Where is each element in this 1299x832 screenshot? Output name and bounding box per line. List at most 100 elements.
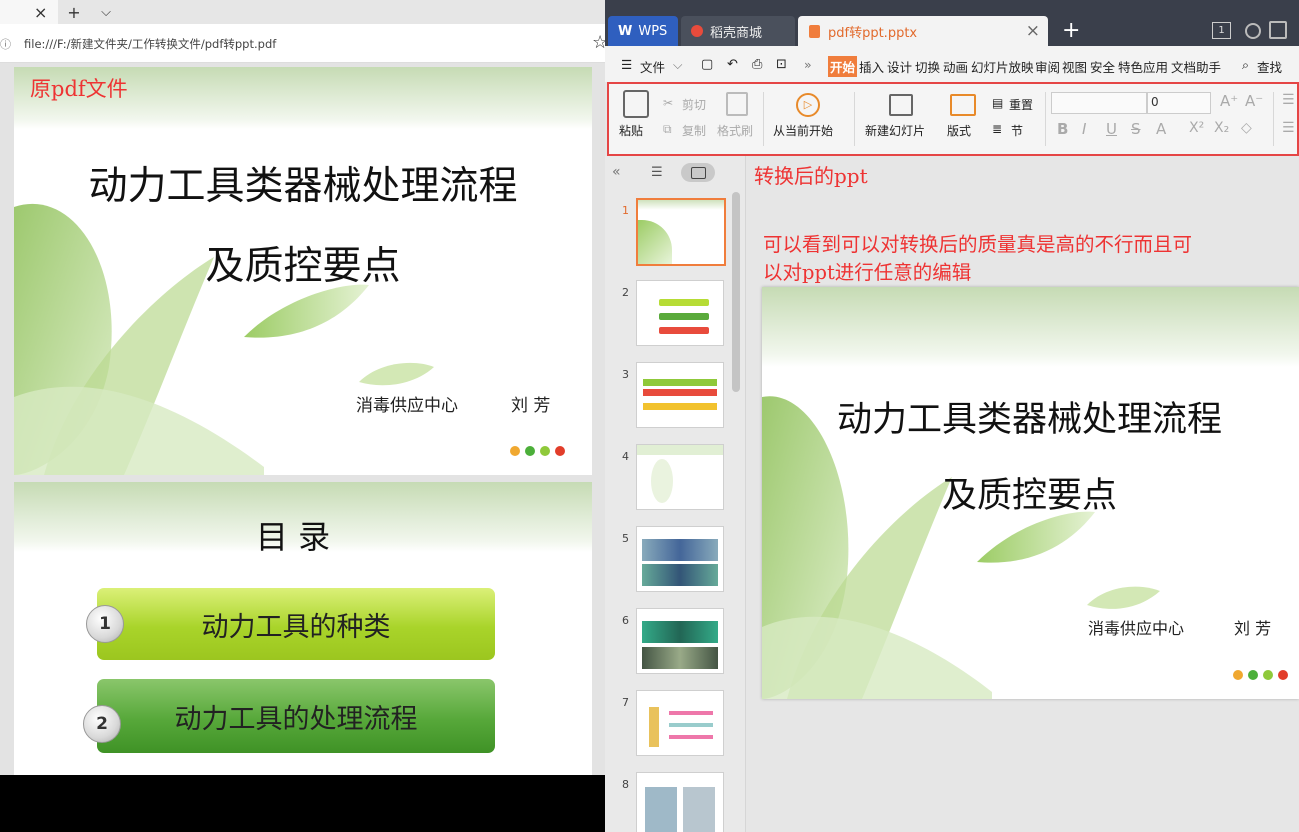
preview-icon[interactable]: ⊡: [776, 57, 787, 72]
search-icon[interactable]: ⌕: [1242, 57, 1249, 73]
outline-view-icon[interactable]: ☰: [651, 165, 663, 180]
slide-thumbnail-panel[interactable]: « ☰ 1 2 3 4 5 6 7 8: [605, 156, 746, 832]
play-icon[interactable]: ▷: [796, 93, 820, 117]
close-icon[interactable]: ×: [1026, 21, 1040, 41]
slide-org[interactable]: 消毒供应中心: [1088, 615, 1184, 639]
increase-font-icon[interactable]: A⁺: [1220, 92, 1238, 110]
section-button[interactable]: 节: [1011, 122, 1023, 139]
save-icon[interactable]: ▢: [701, 57, 713, 72]
pdf-viewer[interactable]: 动力工具类器械处理流程 及质控要点 消毒供应中心 刘 芳 原pdf文件 目 录 …: [0, 63, 605, 775]
annotation-comment-line1: 可以看到可以对转换后的质量真是高的不行而且可: [763, 233, 1193, 256]
thumb-bar: [643, 389, 717, 396]
slide-org: 消毒供应中心: [356, 396, 458, 416]
scissors-icon[interactable]: ✂: [663, 96, 673, 110]
hamburger-icon[interactable]: ☰: [621, 57, 632, 72]
slide-thumbnail-1[interactable]: [636, 198, 726, 266]
slide-title-line2[interactable]: 及质控要点: [762, 467, 1299, 518]
copy-icon[interactable]: ⧉: [663, 122, 672, 137]
dot: [525, 446, 535, 456]
format-painter-button[interactable]: 格式刷: [717, 122, 753, 139]
dot: [1233, 670, 1243, 680]
new-slide-button[interactable]: 新建幻灯片: [865, 122, 925, 139]
slide-thumbnail-4[interactable]: [636, 444, 724, 510]
slide-thumbnail-2[interactable]: [636, 280, 724, 346]
shirt-icon[interactable]: [1269, 21, 1287, 39]
underline-icon[interactable]: U: [1106, 120, 1117, 138]
slide-thumbnail-8[interactable]: [636, 772, 724, 832]
more-icon[interactable]: »: [804, 57, 812, 72]
star-icon[interactable]: ☆: [592, 32, 605, 53]
thumb-line: [669, 723, 713, 727]
layout-button[interactable]: 版式: [947, 122, 971, 139]
menu-slideshow[interactable]: 幻灯片放映: [971, 57, 1034, 76]
info-icon[interactable]: ⓘ: [0, 36, 11, 52]
menu-transition[interactable]: 切换: [915, 57, 940, 76]
slide-thumbnail-7[interactable]: [636, 690, 724, 756]
menu-review[interactable]: 审阅: [1035, 57, 1060, 76]
menu-search[interactable]: 查找: [1257, 57, 1282, 76]
slide-title-line1: 动力工具类器械处理流程: [88, 164, 518, 209]
dot: [1248, 670, 1258, 680]
slide-thumbnail-6[interactable]: [636, 608, 724, 674]
menu-security[interactable]: 安全: [1090, 57, 1115, 76]
decrease-font-icon[interactable]: A⁻: [1245, 92, 1263, 110]
menu-home[interactable]: 开始: [828, 56, 858, 77]
strikethrough-icon[interactable]: S: [1131, 120, 1141, 138]
slide-thumbnail-3[interactable]: [636, 362, 724, 428]
slide-title-line1[interactable]: 动力工具类器械处理流程: [762, 391, 1299, 442]
close-icon[interactable]: ×: [34, 3, 47, 22]
tab-document[interactable]: pdf转ppt.pptx ×: [798, 16, 1048, 46]
font-size-select[interactable]: 0: [1147, 92, 1211, 114]
bold-icon[interactable]: B: [1057, 120, 1068, 138]
add-tab-icon[interactable]: +: [1062, 18, 1080, 43]
chevron-down-icon[interactable]: ⌵: [94, 0, 118, 24]
slide-edit-area[interactable]: 转换后的ppt 可以看到可以对转换后的质量真是高的不行而且可 以对ppt进行任意…: [746, 156, 1299, 832]
slide-author[interactable]: 刘 芳: [1234, 615, 1271, 639]
section-icon[interactable]: ≣: [992, 122, 1002, 136]
reset-button[interactable]: 重置: [1009, 96, 1033, 113]
italic-icon[interactable]: I: [1082, 120, 1086, 138]
current-slide[interactable]: 动力工具类器械处理流程 及质控要点 消毒供应中心 刘 芳: [762, 287, 1299, 699]
menu-view[interactable]: 视图: [1062, 57, 1087, 76]
undo-icon[interactable]: ↶: [727, 57, 738, 72]
menu-animation[interactable]: 动画: [943, 57, 968, 76]
skin-icon[interactable]: [1245, 23, 1261, 39]
tab-label: WPS: [638, 23, 668, 39]
layout-icon[interactable]: [950, 94, 976, 116]
tab-docer-store[interactable]: 稻壳商城: [681, 16, 795, 46]
thumbnail-scrollbar[interactable]: [732, 192, 740, 392]
slide-thumbnail-5[interactable]: [636, 526, 724, 592]
menu-file[interactable]: 文件: [640, 57, 665, 76]
subscript-icon[interactable]: X₂: [1214, 120, 1229, 136]
superscript-icon[interactable]: X²: [1189, 120, 1204, 136]
menu-design[interactable]: 设计: [887, 57, 912, 76]
address-bar[interactable]: ⓘ file:///F:/新建文件夹/工作转换文件/pdf转ppt.pdf ☆: [0, 24, 605, 63]
thumbnail-view-icon[interactable]: [681, 163, 715, 182]
new-tab-icon[interactable]: +: [62, 0, 86, 24]
copy-button[interactable]: 复制: [682, 122, 706, 139]
font-name-select[interactable]: [1051, 92, 1147, 114]
new-slide-icon[interactable]: [889, 94, 913, 116]
chevron-down-icon[interactable]: ⌵: [673, 57, 682, 73]
browser-tab[interactable]: ×: [0, 0, 58, 24]
font-color-icon[interactable]: A: [1156, 120, 1166, 138]
paste-icon[interactable]: [623, 90, 649, 118]
play-from-current-button[interactable]: 从当前开始: [773, 122, 833, 139]
eraser-icon[interactable]: ◇: [1241, 120, 1252, 136]
align-icon[interactable]: ☰: [1282, 120, 1295, 136]
format-painter-icon[interactable]: [726, 92, 748, 116]
paste-button[interactable]: 粘贴: [619, 122, 643, 139]
window-count-badge[interactable]: 1: [1212, 22, 1231, 39]
url-text[interactable]: file:///F:/新建文件夹/工作转换文件/pdf转ppt.pdf: [24, 36, 276, 52]
cut-button[interactable]: 剪切: [682, 96, 706, 113]
menu-features[interactable]: 特色应用: [1118, 57, 1168, 76]
tab-wps-home[interactable]: W WPS: [608, 16, 678, 46]
reset-icon[interactable]: ▤: [992, 96, 1003, 110]
wps-window: W WPS 稻壳商城 pdf转ppt.pptx × + 1 ☰ 文件 ⌵ ▢ ↶…: [605, 0, 1299, 832]
collapse-panel-icon[interactable]: «: [612, 164, 621, 180]
thumb-leaf: [638, 220, 672, 264]
menu-insert[interactable]: 插入: [859, 57, 884, 76]
bullet-list-icon[interactable]: ☰: [1282, 92, 1295, 108]
print-icon[interactable]: ⎙: [752, 57, 762, 72]
menu-doc-assistant[interactable]: 文档助手: [1171, 57, 1221, 76]
